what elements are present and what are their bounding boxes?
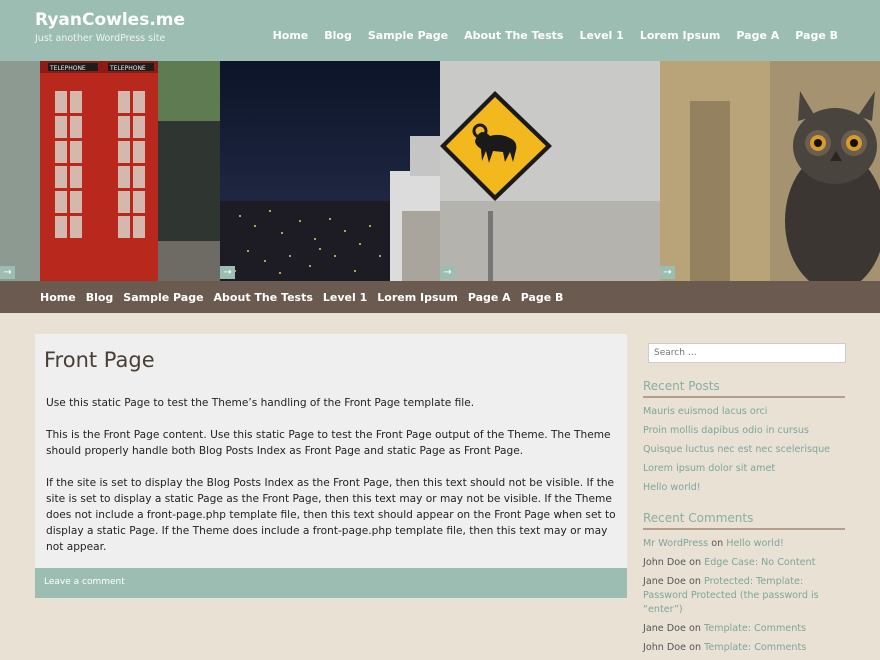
slide-arrow-icon[interactable]: → bbox=[660, 266, 675, 279]
list-item: Hello world! bbox=[643, 481, 845, 495]
sub-nav-page-b[interactable]: Page B bbox=[521, 291, 564, 304]
comment-post-link[interactable]: Hello world! bbox=[726, 538, 784, 549]
top-nav-page-a[interactable]: Page A bbox=[736, 29, 779, 42]
slide-ram-sign[interactable]: → bbox=[440, 61, 660, 281]
sub-nav-lorem-ipsum[interactable]: Lorem Ipsum bbox=[377, 291, 458, 304]
recent-comments-widget: Recent Comments Mr WordPress on Hello wo… bbox=[643, 511, 845, 655]
sidebar: Recent Posts Mauris euismod lacus orci P… bbox=[643, 340, 846, 660]
comment-author: Jane Doe bbox=[643, 576, 686, 587]
front-page-article: Front Page Use this static Page to test … bbox=[35, 334, 627, 598]
sub-nav-blog[interactable]: Blog bbox=[86, 291, 114, 304]
slide-city-night[interactable]: → bbox=[220, 61, 440, 281]
recent-post-link[interactable]: Mauris euismod lacus orci bbox=[643, 406, 767, 417]
list-item: John Doe on Template: Comments bbox=[643, 641, 845, 655]
comment-joiner: on bbox=[688, 576, 701, 587]
image-slider: TELEPHONE TELEPHONE → → → → bbox=[0, 61, 880, 281]
booth-sign-left: TELEPHONE bbox=[49, 65, 86, 72]
top-nav-about-the-tests[interactable]: About The Tests bbox=[464, 29, 563, 42]
comment-joiner: on bbox=[689, 557, 702, 568]
slide-owl[interactable]: → bbox=[660, 61, 880, 281]
slide-arrow-icon[interactable]: → bbox=[220, 266, 235, 279]
comment-post-link[interactable]: Template: Comments bbox=[704, 642, 806, 653]
article-paragraph: This is the Front Page content. Use this… bbox=[46, 429, 611, 457]
slide-arrow-icon[interactable]: → bbox=[0, 266, 15, 279]
article-footer: Leave a comment bbox=[35, 568, 627, 598]
list-item: Mr WordPress on Hello world! bbox=[643, 537, 845, 551]
list-item: Quisque luctus nec est nec scelerisque bbox=[643, 443, 845, 457]
recent-posts-title: Recent Posts bbox=[643, 379, 845, 398]
sub-nav-home[interactable]: Home bbox=[40, 291, 76, 304]
top-nav-sample-page[interactable]: Sample Page bbox=[368, 29, 448, 42]
page-title: Front Page bbox=[44, 348, 155, 372]
ram-sign-image bbox=[440, 61, 660, 281]
list-item: John Doe on Edge Case: No Content bbox=[643, 556, 845, 570]
slide-telephone-booth[interactable]: TELEPHONE TELEPHONE → bbox=[0, 61, 220, 281]
site-description: Just another WordPress site bbox=[35, 33, 166, 44]
recent-posts-widget: Recent Posts Mauris euismod lacus orci P… bbox=[643, 379, 845, 495]
recent-post-link[interactable]: Lorem ipsum dolor sit amet bbox=[643, 463, 775, 474]
article-paragraph: Use this static Page to test the Theme’s… bbox=[46, 397, 475, 409]
comment-author: John Doe bbox=[643, 642, 687, 653]
recent-post-link[interactable]: Hello world! bbox=[643, 482, 701, 493]
sub-nav-sample-page[interactable]: Sample Page bbox=[123, 291, 203, 304]
sub-nav-level-1[interactable]: Level 1 bbox=[323, 291, 367, 304]
booth-sign-right: TELEPHONE bbox=[109, 65, 146, 72]
telephone-booth-image: TELEPHONE TELEPHONE bbox=[0, 61, 220, 281]
recent-post-link[interactable]: Quisque luctus nec est nec scelerisque bbox=[643, 444, 830, 455]
top-nav-home[interactable]: Home bbox=[273, 29, 309, 42]
list-item: Mauris euismod lacus orci bbox=[643, 405, 845, 419]
list-item: Jane Doe on Template: Comments bbox=[643, 622, 845, 636]
recent-post-link[interactable]: Proin mollis dapibus odio in cursus bbox=[643, 425, 809, 436]
list-item: Proin mollis dapibus odio in cursus bbox=[643, 424, 845, 438]
comment-joiner: on bbox=[688, 623, 701, 634]
top-nav-page-b[interactable]: Page B bbox=[795, 29, 838, 42]
primary-navigation: Home Blog Sample Page About The Tests Le… bbox=[273, 29, 838, 42]
list-item: Jane Doe on Protected: Template: Passwor… bbox=[643, 575, 845, 617]
article-content: Use this static Page to test the Theme’s… bbox=[46, 395, 621, 571]
secondary-navigation: Home Blog Sample Page About The Tests Le… bbox=[0, 281, 880, 313]
comment-author: Jane Doe bbox=[643, 623, 686, 634]
article-paragraph: If the site is set to display the Blog P… bbox=[46, 477, 616, 553]
comment-joiner: on bbox=[711, 538, 724, 549]
comment-post-link[interactable]: Template: Comments bbox=[704, 623, 806, 634]
comment-post-link[interactable]: Edge Case: No Content bbox=[704, 557, 815, 568]
top-nav-level-1[interactable]: Level 1 bbox=[579, 29, 623, 42]
slide-arrow-icon[interactable]: → bbox=[440, 266, 455, 279]
site-title-link[interactable]: RyanCowles.me bbox=[35, 10, 185, 30]
comment-author-link[interactable]: Mr WordPress bbox=[643, 538, 708, 549]
top-nav-lorem-ipsum[interactable]: Lorem Ipsum bbox=[640, 29, 721, 42]
sub-nav-page-a[interactable]: Page A bbox=[468, 291, 511, 304]
leave-comment-link[interactable]: Leave a comment bbox=[44, 577, 125, 587]
recent-comments-title: Recent Comments bbox=[643, 511, 845, 530]
list-item: Lorem ipsum dolor sit amet bbox=[643, 462, 845, 476]
sub-nav-about-the-tests[interactable]: About The Tests bbox=[214, 291, 313, 304]
comment-joiner: on bbox=[689, 642, 702, 653]
owl-image bbox=[660, 61, 880, 281]
top-nav-blog[interactable]: Blog bbox=[324, 29, 352, 42]
comment-author: John Doe bbox=[643, 557, 687, 568]
search-input[interactable] bbox=[648, 343, 846, 363]
city-night-image bbox=[220, 61, 440, 281]
site-header: RyanCowles.me Just another WordPress sit… bbox=[0, 0, 880, 61]
